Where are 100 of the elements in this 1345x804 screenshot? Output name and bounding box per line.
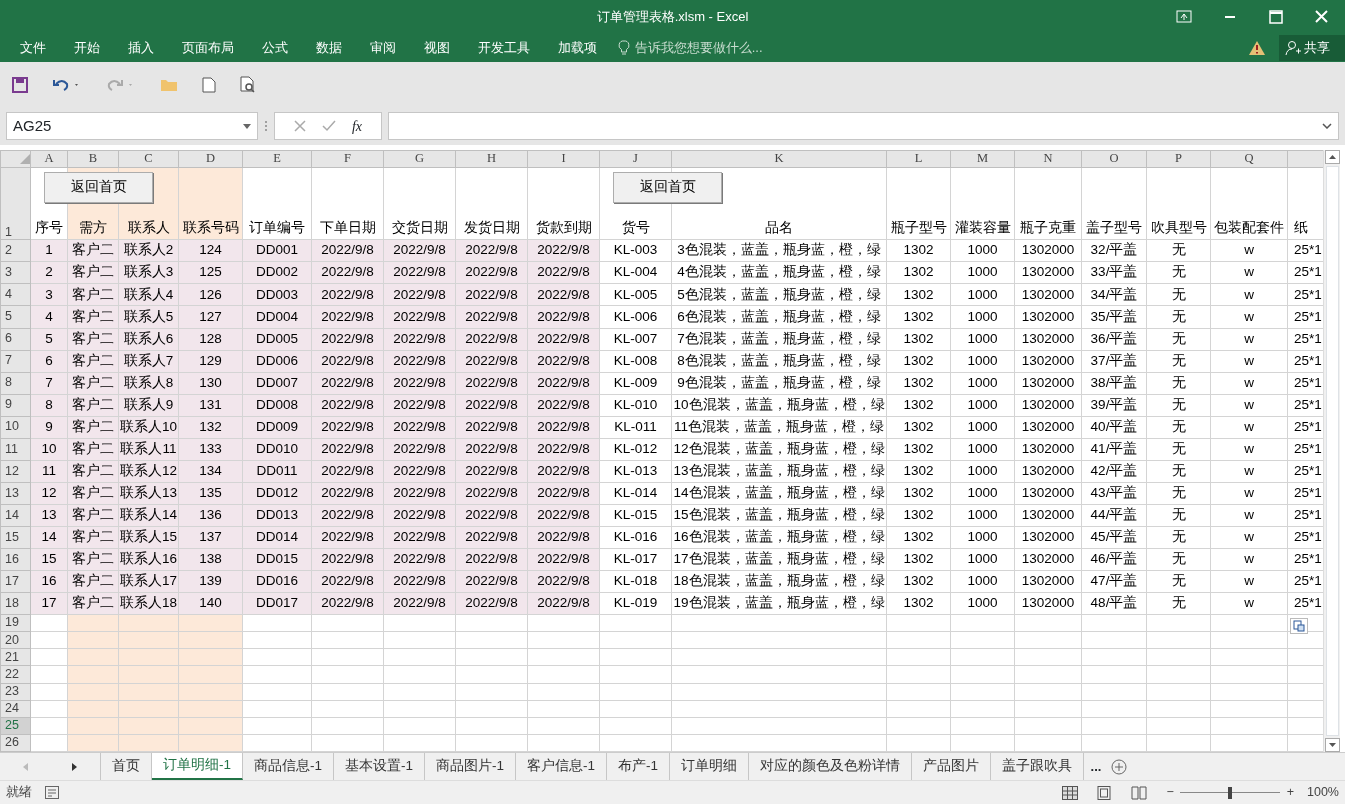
table-cell: w [1210,460,1288,483]
row-header[interactable]: 9 [0,394,31,417]
table-cell: 1302000 [1014,526,1082,549]
zoom-out-button[interactable]: − [1166,783,1174,802]
table-cell: w [1210,438,1288,461]
table-cell: KL-016 [599,526,672,549]
table-cell: 1302 [886,261,951,284]
warning-icon[interactable] [1248,39,1266,56]
check-icon[interactable] [321,120,336,132]
scroll-right-icon[interactable] [71,761,79,772]
return-home-button[interactable]: 返回首页 [613,172,722,203]
dropdown-icon[interactable] [243,123,251,129]
column-header[interactable]: O [1081,150,1147,168]
table-cell: w [1210,504,1288,527]
column-header[interactable]: N [1014,150,1082,168]
scroll-up-icon[interactable] [1324,150,1340,164]
ribbon-tab[interactable]: 审阅 [356,34,410,61]
table-cell: 1302 [886,548,951,571]
row-header[interactable]: 11 [0,438,31,461]
slider-thumb[interactable] [1228,786,1233,799]
row-header[interactable]: 7 [0,350,31,373]
ribbon-tab[interactable]: 文件 [6,34,60,61]
table-header: 发货日期 [455,167,528,240]
row-header[interactable]: 10 [0,416,31,439]
column-header[interactable]: J [599,150,672,168]
ribbon-tab[interactable]: 页面布局 [168,34,248,61]
row-header[interactable]: 12 [0,460,31,483]
column-header[interactable]: G [383,150,456,168]
column-header[interactable]: P [1146,150,1211,168]
sheet-tab[interactable]: 订单明细-1 [152,753,243,780]
zoom-slider[interactable] [1180,786,1281,799]
table-cell: 15色混装，蓝盖，瓶身蓝，橙，绿 [671,504,887,527]
column-header[interactable]: C [118,150,179,168]
column-header[interactable]: E [242,150,312,168]
column-header[interactable]: I [527,150,600,168]
table-header: 瓶子克重 [1014,167,1082,240]
row-header[interactable]: 5 [0,305,31,329]
column-header[interactable]: F [311,150,384,168]
table-cell: 1302000 [1014,239,1082,262]
column-header[interactable]: A [30,150,68,168]
paste-options-icon[interactable] [1290,618,1308,634]
ribbon-tab[interactable]: 插入 [114,34,168,61]
ribbon-tab[interactable]: 开发工具 [464,34,544,61]
column-header[interactable]: K [671,150,887,168]
formula-field[interactable] [388,112,1339,140]
table-cell: 1000 [950,394,1015,417]
column-header[interactable]: D [178,150,243,168]
return-home-button[interactable]: 返回首页 [44,172,153,203]
table-cell: 1000 [950,283,1015,306]
table-cell: KL-017 [599,548,672,571]
ribbon-tab[interactable]: 数据 [302,34,356,61]
ribbon-tab[interactable]: 视图 [410,34,464,61]
ribbon-tab[interactable]: 加载项 [544,34,611,61]
row-header[interactable]: 4 [0,283,31,306]
normal-view-icon[interactable] [1061,785,1078,800]
column-header[interactable]: M [950,150,1015,168]
row-header[interactable]: 13 [0,482,31,505]
save-icon[interactable] [12,76,28,93]
insert-function-button[interactable]: fx [351,115,363,137]
column-header[interactable]: B [67,150,119,168]
scroll-down-icon[interactable] [1324,738,1340,752]
table-cell: KL-009 [599,372,672,395]
row-header[interactable]: 1 [0,167,31,240]
row-header[interactable]: 8 [0,372,31,395]
name-box[interactable]: AG25 [6,112,258,140]
row-header[interactable]: 3 [0,261,31,284]
expand-icon[interactable] [1321,123,1332,129]
share-button[interactable]: 共享 [1279,34,1345,61]
row-header[interactable]: 15 [0,526,31,549]
ribbon-tab[interactable]: 开始 [60,34,114,61]
row-header[interactable]: 2 [0,239,31,262]
table-cell: 无 [1146,526,1211,549]
scrollbar-thumb[interactable] [1325,166,1339,736]
new-file-icon[interactable] [202,76,216,93]
table-cell: 1302000 [1014,261,1082,284]
add-sheet-icon[interactable] [1111,758,1128,775]
row-header[interactable]: 6 [0,328,31,351]
table-header: 吹具型号 [1146,167,1211,240]
page-layout-icon[interactable] [1097,785,1112,800]
page-break-icon[interactable] [1130,785,1147,800]
more-tabs-button[interactable]: ... [1084,753,1108,780]
tell-me-field[interactable]: 告诉我您想要做什么... [632,36,793,59]
row-header[interactable]: 18 [0,592,31,615]
table-cell: 无 [1146,305,1211,329]
zoom-in-button[interactable]: + [1286,783,1294,802]
table-cell: 1000 [950,328,1015,351]
table-cell: 40/平盖 [1081,416,1147,439]
table-header: 瓶子型号 [886,167,951,240]
macro-record-icon[interactable] [45,786,59,799]
row-header[interactable]: 17 [0,570,31,593]
row-header[interactable]: 14 [0,504,31,527]
ribbon-tab[interactable]: 公式 [248,34,302,61]
print-preview-icon[interactable] [240,75,256,94]
table-cell: 1000 [950,350,1015,373]
column-header[interactable]: Q [1210,150,1288,168]
column-header[interactable]: L [886,150,951,168]
table-cell: KL-014 [599,482,672,505]
table-cell: 无 [1146,504,1211,527]
column-header[interactable]: H [455,150,528,168]
row-header[interactable]: 16 [0,548,31,571]
